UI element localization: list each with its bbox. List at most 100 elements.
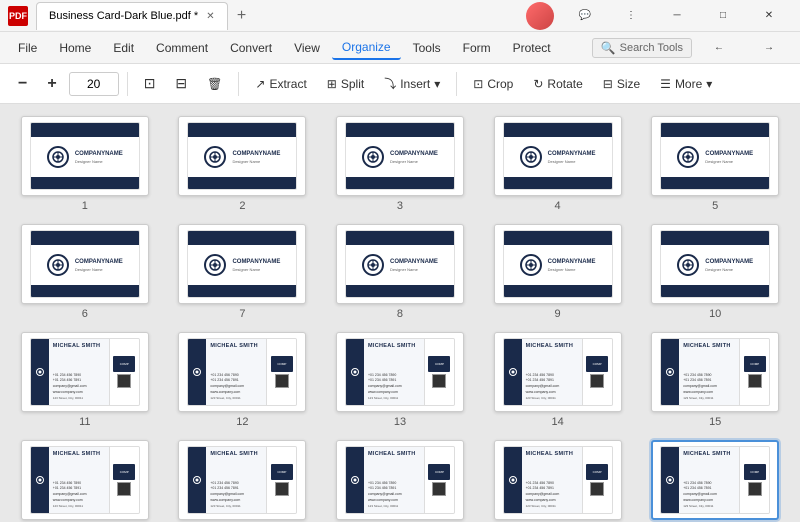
menu-comment[interactable]: Comment (146, 37, 218, 59)
menu-form[interactable]: Form (453, 37, 501, 59)
tab-bar: Business Card-Dark Blue.pdf * ✕ + (36, 2, 526, 30)
page-item[interactable]: MICHEAL SMITH +01 234 456 7890 +01 234 4… (642, 332, 788, 428)
page-thumbnail[interactable]: COMPANYNAMEDesigner Name (21, 116, 149, 196)
page-thumbnail[interactable]: MICHEAL SMITH +01 234 456 7890 +01 234 4… (21, 332, 149, 412)
business-card-info: MICHEAL SMITH +01 234 456 7890 +01 234 4… (503, 338, 613, 406)
maximize-button[interactable]: □ (700, 0, 746, 32)
page-item[interactable]: MICHEAL SMITH +01 234 456 7890 +01 234 4… (170, 440, 316, 522)
page-thumbnail[interactable]: COMPANYNAMEDesigner Name (494, 224, 622, 304)
split-label: Split (341, 77, 364, 91)
page-item[interactable]: MICHEAL SMITH +01 234 456 7890 +01 234 4… (327, 440, 473, 522)
menu-home[interactable]: Home (49, 37, 101, 59)
app-icon: PDF (8, 6, 28, 26)
back-button[interactable]: ← (696, 32, 742, 64)
page-item[interactable]: COMPANYNAMEDesigner Name3 (327, 116, 473, 212)
more-label: More (675, 77, 702, 91)
active-tab[interactable]: Business Card-Dark Blue.pdf * ✕ (36, 2, 228, 30)
tab-title: Business Card-Dark Blue.pdf * (49, 10, 198, 22)
page-item[interactable]: COMPANYNAMEDesigner Name10 (642, 224, 788, 320)
page-item[interactable]: MICHEAL SMITH +01 234 456 7890 +01 234 4… (12, 332, 158, 428)
insert-label: Insert (400, 77, 430, 91)
minimize-button[interactable]: ─ (654, 0, 700, 32)
crop-button[interactable]: ⊡ Crop (465, 73, 521, 95)
page-number: 14 (551, 416, 563, 428)
page-item[interactable]: COMPANYNAMEDesigner Name 7 (170, 224, 316, 320)
menu-convert[interactable]: Convert (220, 37, 282, 59)
page-thumbnail[interactable]: COMPANYNAMEDesigner Name (336, 224, 464, 304)
fit-width-button[interactable]: ⊟ (167, 71, 195, 96)
page-thumbnail[interactable]: COMPANYNAMEDesigner Name (651, 116, 779, 196)
page-item[interactable]: MICHEAL SMITH +01 234 456 7890 +01 234 4… (642, 440, 788, 522)
business-card-front: COMPANYNAMEDesigner Name (660, 122, 770, 190)
fit-page-icon: ⊡ (144, 75, 156, 92)
page-item[interactable]: COMPANYNAMEDesigner Name2 (170, 116, 316, 212)
insert-dropdown-icon: ▾ (434, 77, 440, 91)
add-tab-button[interactable]: + (230, 4, 254, 28)
page-thumbnail[interactable]: COMPANYNAMEDesigner Name (494, 116, 622, 196)
page-item[interactable]: COMPANYNAMEDesigner Name 6 (12, 224, 158, 320)
page-thumbnail[interactable]: MICHEAL SMITH +01 234 456 7890 +01 234 4… (178, 440, 306, 520)
page-thumbnail[interactable]: MICHEAL SMITH +01 234 456 7890 +01 234 4… (494, 332, 622, 412)
page-item[interactable]: COMPANYNAMEDesigner Name5 (642, 116, 788, 212)
zoom-in-button[interactable]: + (39, 71, 64, 97)
page-item[interactable]: COMPANYNAMEDesigner Name 9 (485, 224, 631, 320)
page-thumbnail[interactable]: COMPANYNAMEDesigner Name (178, 224, 306, 304)
crop-label: Crop (487, 77, 513, 91)
zoom-out-button[interactable]: − (10, 71, 35, 97)
size-icon: ⊟ (603, 77, 613, 91)
menu-view[interactable]: View (284, 37, 330, 59)
page-thumbnail[interactable]: COMPANYNAMEDesigner Name (21, 224, 149, 304)
extract-label: Extract (269, 77, 306, 91)
extract-button[interactable]: ↗ Extract (247, 73, 314, 95)
menu-protect[interactable]: Protect (503, 37, 561, 59)
pages-grid: COMPANYNAMEDesigner Name 1 COMPANYNAMEDes… (12, 116, 788, 522)
crop-icon: ⊡ (473, 77, 483, 91)
page-number: 6 (82, 308, 88, 320)
page-item[interactable]: MICHEAL SMITH +01 234 456 7890 +01 234 4… (12, 440, 158, 522)
page-item[interactable]: MICHEAL SMITH +01 234 456 7890 +01 234 4… (485, 440, 631, 522)
page-thumbnail[interactable]: MICHEAL SMITH +01 234 456 7890 +01 234 4… (178, 332, 306, 412)
zoom-input[interactable] (69, 72, 119, 96)
page-thumbnail[interactable]: MICHEAL SMITH +01 234 456 7890 +01 234 4… (651, 332, 779, 412)
menu-tools[interactable]: Tools (403, 37, 451, 59)
menu-organize[interactable]: Organize (332, 36, 401, 60)
page-thumbnail[interactable]: MICHEAL SMITH +01 234 456 7890 +01 234 4… (336, 440, 464, 520)
fit-page-button[interactable]: ⊡ (136, 71, 164, 96)
page-thumbnail[interactable]: MICHEAL SMITH +01 234 456 7890 +01 234 4… (651, 440, 779, 520)
search-tools-area[interactable]: 🔍 Search Tools (592, 38, 692, 58)
tab-close-button[interactable]: ✕ (206, 11, 214, 22)
page-item[interactable]: MICHEAL SMITH +01 234 456 7890 +01 234 4… (485, 332, 631, 428)
page-number: 9 (555, 308, 561, 320)
business-card-front: COMPANYNAMEDesigner Name (187, 230, 297, 298)
page-number: 7 (239, 308, 245, 320)
page-item[interactable]: MICHEAL SMITH +01 234 456 7890 +01 234 4… (327, 332, 473, 428)
menu-edit[interactable]: Edit (103, 37, 144, 59)
page-thumbnail[interactable]: MICHEAL SMITH +01 234 456 7890 +01 234 4… (336, 332, 464, 412)
page-item[interactable]: COMPANYNAMEDesigner Name8 (327, 224, 473, 320)
profile-icon[interactable] (526, 2, 554, 30)
zoom-area: − + (10, 71, 119, 97)
page-thumbnail[interactable]: COMPANYNAMEDesigner Name (651, 224, 779, 304)
page-item[interactable]: MICHEAL SMITH +01 234 456 7890 +01 234 4… (170, 332, 316, 428)
page-thumbnail[interactable]: MICHEAL SMITH +01 234 456 7890 +01 234 4… (21, 440, 149, 520)
page-thumbnail[interactable]: COMPANYNAMEDesigner Name (178, 116, 306, 196)
menu-file[interactable]: File (8, 37, 47, 59)
insert-button[interactable]: ⤵ Insert ▾ (376, 71, 448, 96)
forward-button[interactable]: → (746, 32, 792, 64)
page-number: 1 (82, 200, 88, 212)
menu-button[interactable]: ⋮ (608, 0, 654, 32)
chat-button[interactable]: 💬 (562, 0, 608, 32)
close-button[interactable]: ✕ (746, 0, 792, 32)
more-button[interactable]: ☰ More ▾ (652, 73, 720, 95)
split-button[interactable]: ⊞ Split (319, 73, 372, 95)
page-thumbnail[interactable]: COMPANYNAMEDesigner Name (336, 116, 464, 196)
rotate-button[interactable]: ↻ Rotate (525, 73, 590, 95)
business-card-front: COMPANYNAMEDesigner Name (503, 230, 613, 298)
delete-button[interactable]: 🗑 (199, 73, 230, 95)
page-thumbnail[interactable]: MICHEAL SMITH +01 234 456 7890 +01 234 4… (494, 440, 622, 520)
page-item[interactable]: COMPANYNAMEDesigner Name 1 (12, 116, 158, 212)
size-button[interactable]: ⊟ Size (595, 73, 648, 95)
business-card-info: MICHEAL SMITH +01 234 456 7890 +01 234 4… (187, 446, 297, 514)
page-item[interactable]: COMPANYNAMEDesigner Name4 (485, 116, 631, 212)
business-card-info: MICHEAL SMITH +01 234 456 7890 +01 234 4… (503, 446, 613, 514)
